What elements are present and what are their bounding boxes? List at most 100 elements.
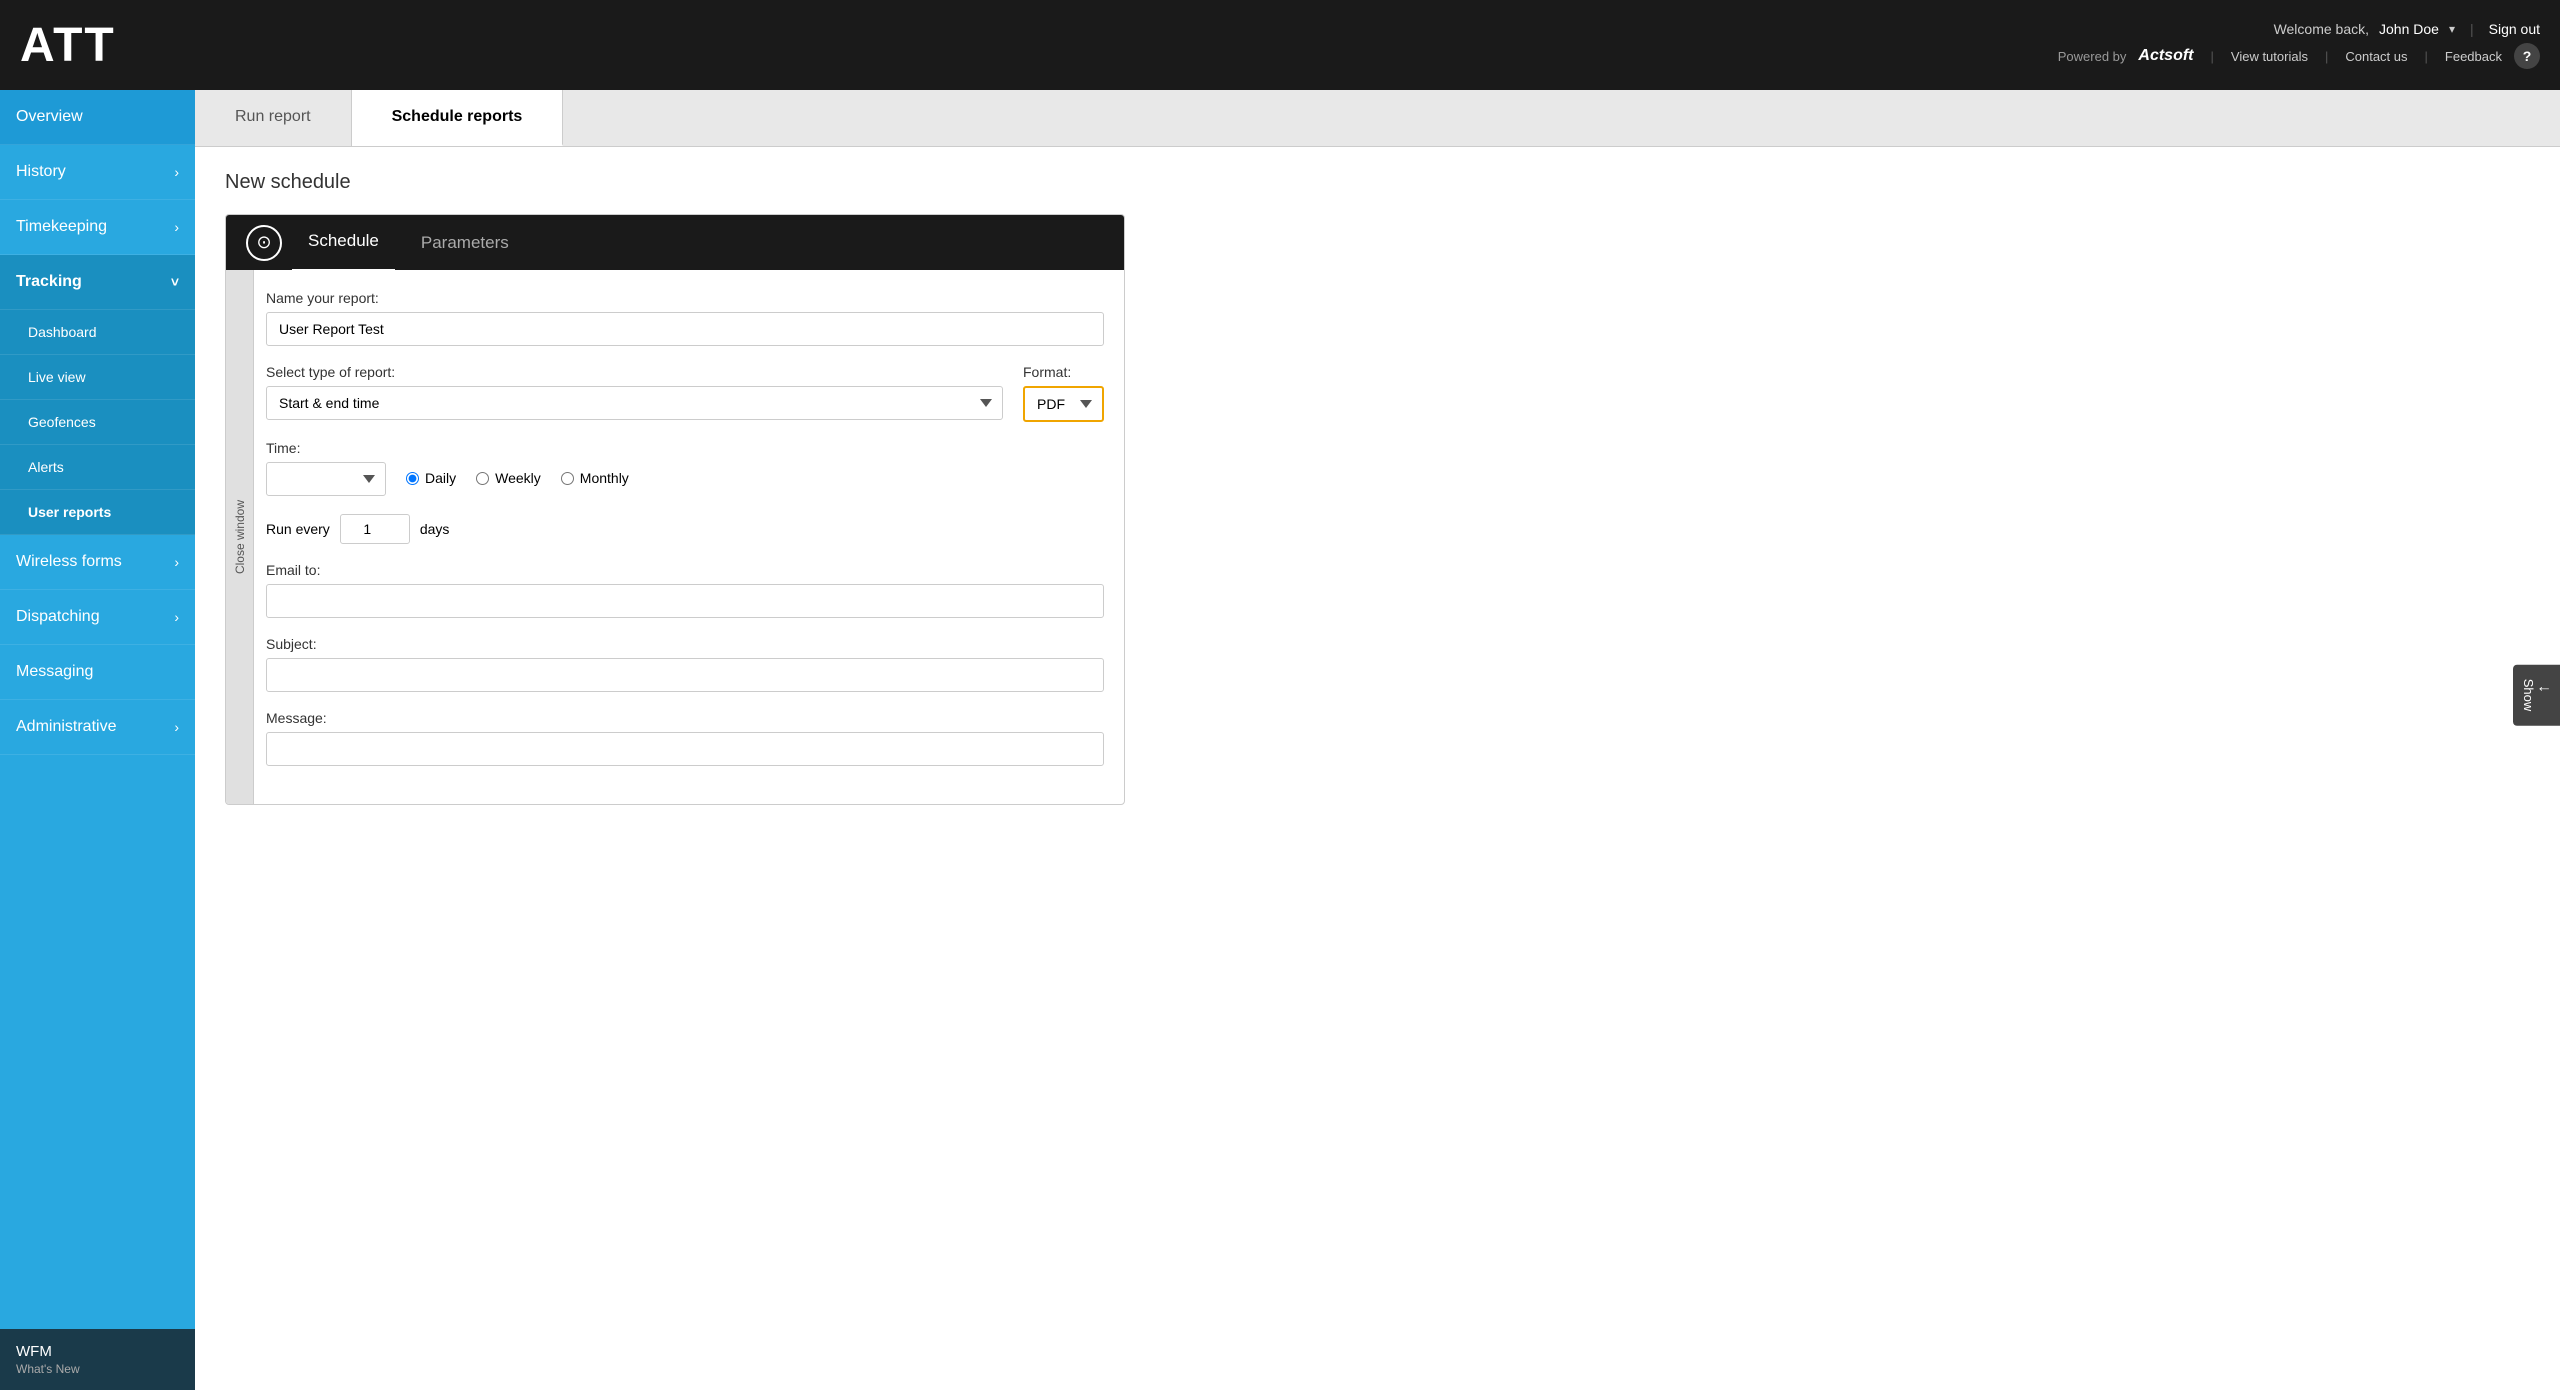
tab-run-report[interactable]: Run report xyxy=(195,90,352,146)
sidebar-item-history[interactable]: History › xyxy=(0,145,195,200)
back-arrow-icon: ← xyxy=(2536,679,2552,697)
daily-radio[interactable] xyxy=(406,472,419,485)
subject-label: Subject: xyxy=(266,636,1104,652)
sidebar-tracking-label: Tracking xyxy=(16,273,82,291)
view-tutorials-link[interactable]: View tutorials xyxy=(2231,49,2308,64)
daily-radio-label[interactable]: Daily xyxy=(406,470,456,486)
chevron-right-icon: › xyxy=(174,219,179,235)
panel-tab-parameters[interactable]: Parameters xyxy=(405,215,525,271)
sidebar-timekeeping-label: Timekeeping xyxy=(16,218,107,236)
header-top-row: Welcome back, John Doe ▾ | Sign out xyxy=(2274,21,2540,37)
type-format-row: Select type of report: Start & end time … xyxy=(266,364,1104,422)
sidebar-history-label: History xyxy=(16,163,66,181)
tab-schedule-reports[interactable]: Schedule reports xyxy=(352,90,564,146)
user-name: John Doe xyxy=(2379,21,2439,37)
report-name-label: Name your report: xyxy=(266,290,1104,306)
format-label: Format: xyxy=(1023,364,1104,380)
sidebar-item-geofences[interactable]: Geofences xyxy=(0,400,195,445)
page-content: New schedule ⊙ Schedule Parameters Close… xyxy=(195,147,2560,1390)
chevron-right-icon: › xyxy=(174,554,179,570)
welcome-text: Welcome back, xyxy=(2274,21,2369,37)
message-input[interactable] xyxy=(266,732,1104,766)
app-logo: ATT xyxy=(20,18,116,73)
run-every-input[interactable] xyxy=(340,514,410,544)
panel-icon: ⊙ xyxy=(246,225,282,261)
sidebar-bottom[interactable]: WFM What's New xyxy=(0,1329,195,1390)
sidebar-overview-label: Overview xyxy=(16,108,83,126)
close-window-text: Close window xyxy=(233,500,247,574)
actsoft-logo: Actsoft xyxy=(2138,47,2193,65)
sidebar-item-overview[interactable]: Overview xyxy=(0,90,195,145)
weekly-radio[interactable] xyxy=(476,472,489,485)
sidebar-item-wireless-forms[interactable]: Wireless forms › xyxy=(0,535,195,590)
content-area: Run report Schedule reports New schedule… xyxy=(195,90,2560,1390)
daily-label: Daily xyxy=(425,470,456,486)
weekly-label: Weekly xyxy=(495,470,541,486)
format-select[interactable]: PDF Excel CSV xyxy=(1023,386,1104,422)
sidebar-item-administrative[interactable]: Administrative › xyxy=(0,700,195,755)
report-name-input[interactable] xyxy=(266,312,1104,346)
sidebar-item-timekeeping[interactable]: Timekeeping › xyxy=(0,200,195,255)
email-label: Email to: xyxy=(266,562,1104,578)
panel-tab-schedule[interactable]: Schedule xyxy=(292,214,395,272)
frequency-radio-group: Daily Weekly Monthly xyxy=(406,470,629,486)
contact-us-link[interactable]: Contact us xyxy=(2345,49,2407,64)
message-group: Message: xyxy=(266,710,1104,766)
sidebar-administrative-label: Administrative xyxy=(16,718,116,736)
sidebar-item-dispatching[interactable]: Dispatching › xyxy=(0,590,195,645)
header: ATT Welcome back, John Doe ▾ | Sign out … xyxy=(0,0,2560,90)
report-type-select[interactable]: Start & end time Miles driven Speeding I… xyxy=(266,386,1003,420)
wfm-label: WFM xyxy=(16,1343,179,1360)
chevron-right-icon: › xyxy=(174,719,179,735)
email-group: Email to: xyxy=(266,562,1104,618)
email-input[interactable] xyxy=(266,584,1104,618)
whats-new-label: What's New xyxy=(16,1362,179,1376)
sidebar-item-live-view[interactable]: Live view xyxy=(0,355,195,400)
time-label: Time: xyxy=(266,440,386,456)
sidebar-dispatching-label: Dispatching xyxy=(16,608,100,626)
sidebar-tracking-section: Dashboard Live view Geofences Alerts Use… xyxy=(0,310,195,535)
time-group: Time: 12:00 AM 6:00 AM 8:00 AM 12:00 PM xyxy=(266,440,386,496)
close-window-strip[interactable]: Close window xyxy=(226,270,254,804)
user-dropdown-icon[interactable]: ▾ xyxy=(2449,22,2455,36)
sidebar-item-alerts[interactable]: Alerts xyxy=(0,445,195,490)
report-type-label: Select type of report: xyxy=(266,364,1003,380)
show-panel-toggle[interactable]: ← Show xyxy=(2513,665,2560,726)
show-label: Show xyxy=(2521,679,2536,712)
sign-out-link[interactable]: Sign out xyxy=(2489,21,2540,37)
subject-input[interactable] xyxy=(266,658,1104,692)
panel-header: ⊙ Schedule Parameters xyxy=(226,215,1124,270)
report-name-group: Name your report: xyxy=(266,290,1104,346)
run-every-unit: days xyxy=(420,521,450,537)
header-bottom-row: Powered by Actsoft | View tutorials | Co… xyxy=(2058,43,2540,69)
sidebar-item-tracking[interactable]: Tracking ˅ xyxy=(0,255,195,310)
feedback-link[interactable]: Feedback xyxy=(2445,49,2502,64)
sidebar-item-user-reports[interactable]: User reports xyxy=(0,490,195,535)
tabs-bar: Run report Schedule reports xyxy=(195,90,2560,147)
subject-group: Subject: xyxy=(266,636,1104,692)
chevron-right-icon: › xyxy=(174,164,179,180)
help-button[interactable]: ? xyxy=(2514,43,2540,69)
monthly-radio[interactable] xyxy=(561,472,574,485)
sidebar-item-dashboard[interactable]: Dashboard xyxy=(0,310,195,355)
time-row: Time: 12:00 AM 6:00 AM 8:00 AM 12:00 PM xyxy=(266,440,1104,496)
powered-by-text: Powered by xyxy=(2058,49,2127,64)
sidebar: Overview History › Timekeeping › Trackin… xyxy=(0,90,195,1390)
chevron-down-icon: ˅ xyxy=(171,274,179,290)
schedule-panel: ⊙ Schedule Parameters Close window Name … xyxy=(225,214,1125,805)
main-layout: Overview History › Timekeeping › Trackin… xyxy=(0,90,2560,1390)
monthly-radio-label[interactable]: Monthly xyxy=(561,470,629,486)
monthly-label: Monthly xyxy=(580,470,629,486)
chevron-right-icon: › xyxy=(174,609,179,625)
time-select[interactable]: 12:00 AM 6:00 AM 8:00 AM 12:00 PM xyxy=(266,462,386,496)
message-label: Message: xyxy=(266,710,1104,726)
sidebar-item-messaging[interactable]: Messaging xyxy=(0,645,195,700)
sidebar-wireless-forms-label: Wireless forms xyxy=(16,553,122,571)
weekly-radio-label[interactable]: Weekly xyxy=(476,470,541,486)
form-area: Name your report: Select type of report:… xyxy=(226,270,1124,804)
sidebar-messaging-label: Messaging xyxy=(16,663,93,681)
run-every-row: Run every days xyxy=(266,514,1104,544)
page-title: New schedule xyxy=(225,171,2530,194)
report-type-col: Select type of report: Start & end time … xyxy=(266,364,1003,420)
header-right: Welcome back, John Doe ▾ | Sign out Powe… xyxy=(2058,21,2540,69)
